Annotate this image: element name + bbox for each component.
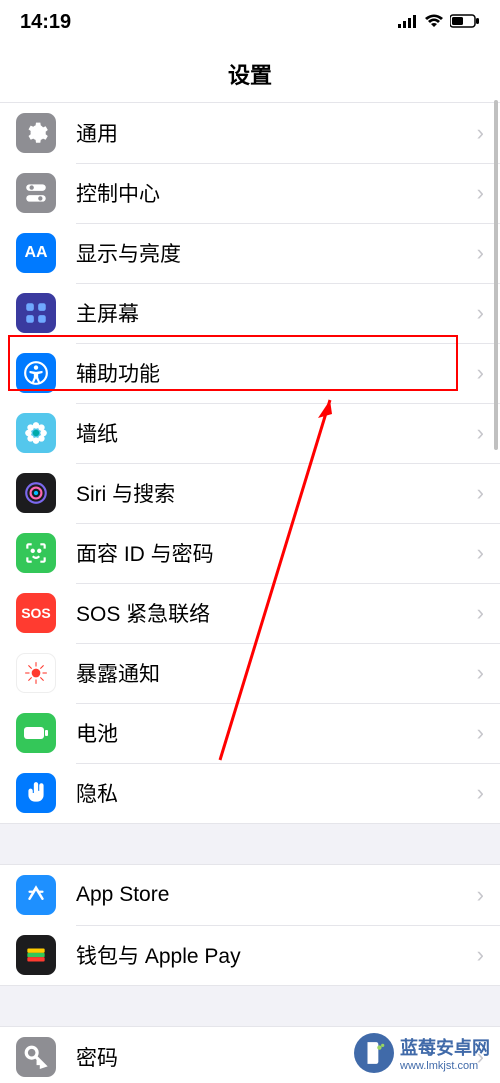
battery-icon <box>450 11 480 34</box>
toggles-icon <box>16 173 56 213</box>
row-label: App Store <box>76 883 477 907</box>
signal-icon <box>398 11 418 34</box>
scrollbar[interactable] <box>494 100 498 450</box>
row-label: 电池 <box>76 718 477 748</box>
chevron-right-icon: › <box>477 540 484 566</box>
row-label: 暴露通知 <box>76 658 477 688</box>
row-accessibility[interactable]: 辅助功能 › <box>0 343 500 403</box>
row-label: 辅助功能 <box>76 358 477 388</box>
row-home-screen[interactable]: 主屏幕 › <box>0 283 500 343</box>
row-display[interactable]: AA 显示与亮度 › <box>0 223 500 283</box>
watermark-badge-icon <box>354 1033 394 1073</box>
wallet-icon <box>16 935 56 975</box>
row-exposure[interactable]: 暴露通知 › <box>0 643 500 703</box>
status-time: 14:19 <box>20 11 71 34</box>
chevron-right-icon: › <box>477 420 484 446</box>
text-size-icon: AA <box>16 233 56 273</box>
gear-icon <box>16 113 56 153</box>
row-appstore[interactable]: App Store › <box>0 865 500 925</box>
chevron-right-icon: › <box>477 120 484 146</box>
key-icon <box>16 1037 56 1077</box>
row-label: 钱包与 Apple Pay <box>76 940 477 970</box>
row-label: 通用 <box>76 118 477 148</box>
accessibility-icon <box>16 353 56 393</box>
row-battery[interactable]: 电池 › <box>0 703 500 763</box>
chevron-right-icon: › <box>477 780 484 806</box>
row-general[interactable]: 通用 › <box>0 103 500 163</box>
sos-icon: SOS <box>16 593 56 633</box>
chevron-right-icon: › <box>477 240 484 266</box>
row-label: 主屏幕 <box>76 298 477 328</box>
chevron-right-icon: › <box>477 882 484 908</box>
row-label: SOS 紧急联络 <box>76 598 477 628</box>
watermark-url: www.lmkjst.com <box>400 1060 490 1072</box>
chevron-right-icon: › <box>477 360 484 386</box>
hand-icon <box>16 773 56 813</box>
row-label: 隐私 <box>76 778 477 808</box>
battery-icon <box>16 713 56 753</box>
row-label: 控制中心 <box>76 178 477 208</box>
row-label: Siri 与搜索 <box>76 478 477 508</box>
status-bar: 14:19 <box>0 0 500 44</box>
siri-icon <box>16 473 56 513</box>
faceid-icon <box>16 533 56 573</box>
watermark-text: 蓝莓安卓网 <box>400 1034 490 1060</box>
flower-icon <box>16 413 56 453</box>
chevron-right-icon: › <box>477 480 484 506</box>
chevron-right-icon: › <box>477 180 484 206</box>
status-icons <box>398 11 480 34</box>
settings-screen: 14:19 设置 通用 › 控制中心 › AA 显示与亮度 › 主屏幕 › <box>0 0 500 1083</box>
row-siri[interactable]: Siri 与搜索 › <box>0 463 500 523</box>
page-title: 设置 <box>0 44 500 102</box>
chevron-right-icon: › <box>477 600 484 626</box>
home-grid-icon <box>16 293 56 333</box>
chevron-right-icon: › <box>477 300 484 326</box>
appstore-icon <box>16 875 56 915</box>
row-label: 面容 ID 与密码 <box>76 538 477 568</box>
wifi-icon <box>424 11 444 34</box>
row-wallet[interactable]: 钱包与 Apple Pay › <box>0 925 500 985</box>
row-sos[interactable]: SOS SOS 紧急联络 › <box>0 583 500 643</box>
chevron-right-icon: › <box>477 942 484 968</box>
row-wallpaper[interactable]: 墙纸 › <box>0 403 500 463</box>
exposure-icon <box>16 653 56 693</box>
chevron-right-icon: › <box>477 660 484 686</box>
chevron-right-icon: › <box>477 720 484 746</box>
row-faceid[interactable]: 面容 ID 与密码 › <box>0 523 500 583</box>
row-control-center[interactable]: 控制中心 › <box>0 163 500 223</box>
settings-group-1: 通用 › 控制中心 › AA 显示与亮度 › 主屏幕 › 辅助功能 › 墙纸 › <box>0 102 500 824</box>
row-privacy[interactable]: 隐私 › <box>0 763 500 823</box>
watermark: 蓝莓安卓网 www.lmkjst.com <box>354 1033 490 1073</box>
row-label: 显示与亮度 <box>76 238 477 268</box>
settings-group-2: App Store › 钱包与 Apple Pay › <box>0 864 500 986</box>
row-label: 墙纸 <box>76 418 477 448</box>
